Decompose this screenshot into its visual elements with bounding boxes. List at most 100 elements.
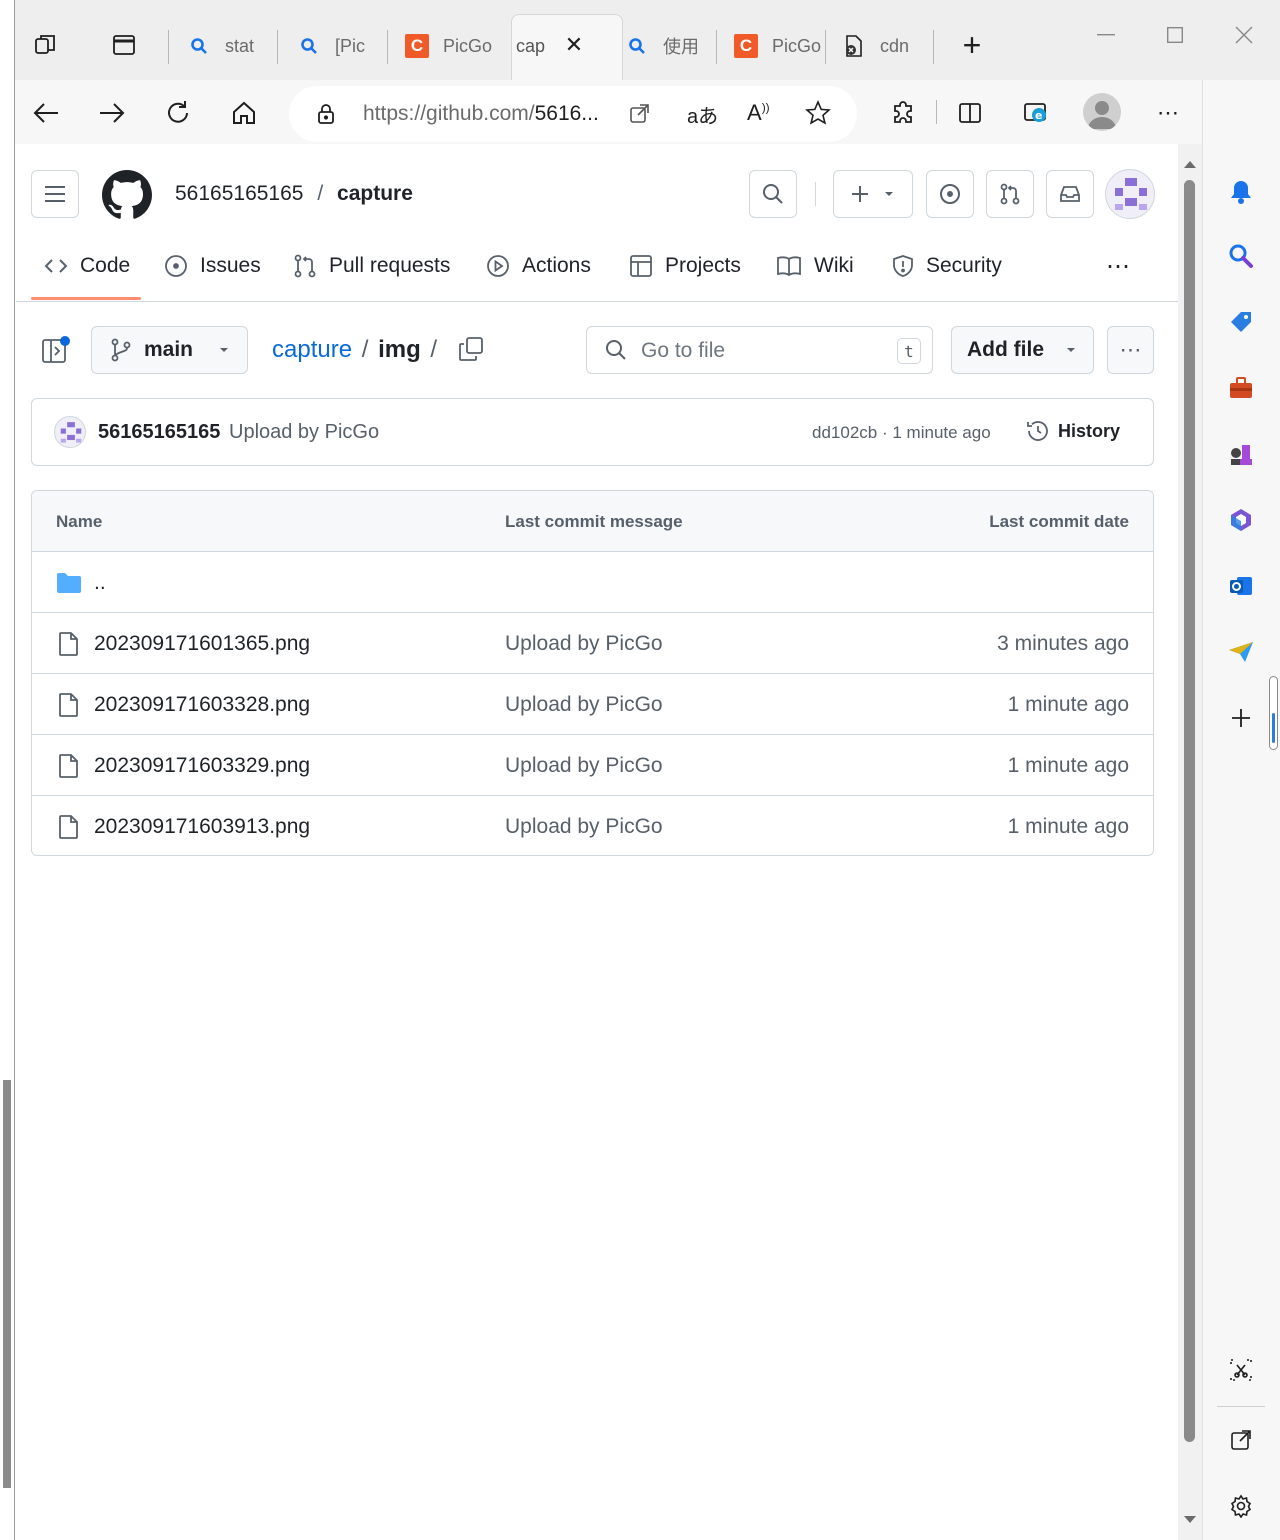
scroll-up-arrow-icon[interactable] [1183,156,1197,174]
commit-sha-link[interactable]: dd102cb [812,423,877,442]
read-aloud-icon[interactable]: A)) [747,100,770,126]
shopping-icon[interactable] [1225,306,1257,338]
settings-more-icon[interactable]: ⋯ [1151,96,1185,130]
breadcrumb-repo-link[interactable]: capture [272,336,352,363]
parent-directory-row[interactable]: .. [32,552,1153,613]
pull-requests-button[interactable] [986,170,1034,218]
microsoft-365-icon[interactable] [1225,504,1257,536]
issue-opened-icon [164,254,188,278]
notifications-icon[interactable] [1225,176,1257,208]
edge-collections-icon[interactable]: e [1019,96,1053,130]
tab-issues[interactable]: Issues [164,240,261,292]
workspaces-icon[interactable] [31,30,61,60]
table-row[interactable]: 202309171603913.png Upload by PicGo 1 mi… [32,796,1153,855]
latest-commit-box: 56165165165 Upload by PicGo dd102cb · 1 … [31,398,1154,466]
file-name-link[interactable]: 202309171601365.png [94,613,310,674]
code-icon [44,256,68,276]
file-name-link[interactable]: 202309171603328.png [94,674,310,735]
open-in-window-icon[interactable] [1225,1424,1257,1456]
left-scrollbar-thumb[interactable] [3,1080,11,1488]
file-commit-message-link[interactable]: Upload by PicGo [505,735,663,796]
split-screen-icon[interactable] [953,96,987,130]
header-last-commit-message: Last commit message [505,511,683,531]
search-icon [187,34,211,58]
maximize-icon[interactable] [1162,22,1188,48]
user-avatar[interactable] [1105,169,1155,219]
tab-actions[interactable]: Actions [486,240,591,292]
git-pull-request-icon [293,254,317,278]
history-link[interactable]: History [1026,419,1120,443]
open-in-app-icon[interactable] [629,104,649,129]
tab-6[interactable]: C PicGo [734,28,826,64]
table-row[interactable]: 202309171601365.png Upload by PicGo 3 mi… [32,613,1153,674]
lock-icon[interactable] [317,103,335,130]
forward-icon[interactable] [95,96,129,130]
file-name-link[interactable]: 202309171603329.png [94,735,310,796]
games-icon[interactable] [1225,438,1257,470]
inbox-button[interactable] [1046,170,1094,218]
profile-avatar[interactable] [1083,93,1121,131]
new-tab-icon[interactable]: + [957,27,987,63]
sidebar-scrollbar[interactable] [1269,676,1278,750]
file-name-link[interactable]: 202309171603913.png [94,796,310,855]
search-button[interactable] [749,170,797,218]
screenshot-icon[interactable] [1225,1354,1257,1386]
extensions-icon[interactable] [887,96,921,130]
repo-link[interactable]: capture [337,182,413,205]
tab-security[interactable]: Security [892,240,1002,292]
tab-pull-requests[interactable]: Pull requests [293,240,450,292]
commit-author-link[interactable]: 56165165165 [98,421,220,444]
url-text[interactable]: https://github.com/5616... [363,102,599,126]
send-drop-icon[interactable] [1225,636,1257,668]
tab-1[interactable]: stat [187,28,267,64]
close-window-icon[interactable] [1231,22,1257,48]
tab-4-active[interactable]: cap [516,28,562,64]
commit-author-avatar[interactable] [54,416,86,448]
favorite-star-icon[interactable] [805,99,831,131]
go-to-file-input[interactable]: Go to file t [586,326,933,374]
tab-5[interactable]: 使用 [625,28,717,64]
tools-icon[interactable] [1225,372,1257,404]
issues-button[interactable] [926,170,974,218]
file-commit-message-link[interactable]: Upload by PicGo [505,613,663,674]
expand-file-tree-icon[interactable] [42,336,70,371]
sidebar-settings-icon[interactable] [1225,1490,1257,1522]
tab-code[interactable]: Code [44,240,130,292]
owner-link[interactable]: 56165165165 [175,182,303,205]
outlook-icon[interactable] [1225,570,1257,602]
copy-path-icon[interactable] [458,336,484,367]
github-logo-icon[interactable] [102,170,152,225]
translate-icon[interactable]: aあ [687,100,718,129]
branch-selector[interactable]: main [91,326,248,374]
page-scrollbar[interactable] [1178,144,1202,1540]
vertical-tabs-icon[interactable] [109,30,139,60]
home-icon[interactable] [227,96,261,130]
parent-dir-link[interactable]: .. [94,552,106,613]
tab-7[interactable]: cdn [842,28,934,64]
tab-3[interactable]: C PicGo [405,28,497,64]
minimize-icon[interactable] [1093,22,1119,48]
table-row[interactable]: 202309171603329.png Upload by PicGo 1 mi… [32,735,1153,796]
hamburger-menu-button[interactable] [31,170,79,218]
file-commit-message-link[interactable]: Upload by PicGo [505,674,663,735]
table-row[interactable]: 202309171603328.png Upload by PicGo 1 mi… [32,674,1153,735]
close-tab-icon[interactable]: ✕ [559,30,589,60]
refresh-icon[interactable] [161,96,195,130]
create-new-button[interactable] [833,170,913,218]
address-bar[interactable]: https://github.com/5616... aあ A)) [289,86,857,142]
back-icon[interactable] [29,96,63,130]
file-commit-message-link[interactable]: Upload by PicGo [505,796,663,855]
add-sidebar-app-icon[interactable] [1225,702,1257,734]
tab-2[interactable]: [Pic [297,28,389,64]
search-icon [297,34,321,58]
commit-message-link[interactable]: Upload by PicGo [229,421,379,444]
go-to-file-placeholder: Go to file [641,339,726,362]
scroll-down-arrow-icon[interactable] [1183,1512,1197,1530]
more-tabs-icon[interactable]: ⋯ [1102,250,1134,282]
more-options-button[interactable]: ⋯ [1107,326,1154,374]
tab-wiki[interactable]: Wiki [776,240,854,292]
tab-projects[interactable]: Projects [629,240,741,292]
search-sidebar-icon[interactable] [1225,240,1257,272]
add-file-button[interactable]: Add file [951,326,1094,374]
page-scrollbar-thumb[interactable] [1184,180,1195,1442]
